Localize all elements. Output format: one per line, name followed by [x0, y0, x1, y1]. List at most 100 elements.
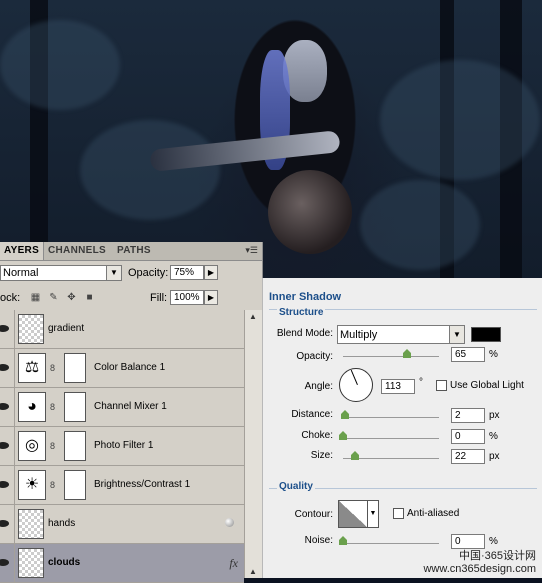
anti-aliased-checkbox[interactable] — [393, 508, 404, 519]
watermark: 中国·365设计网 www.cn365design.com — [423, 550, 536, 576]
lock-row: ock: ▦ ✎ ✥ ■ Fill: 100% ▶ — [0, 285, 262, 312]
distance-label: Distance: — [291, 409, 333, 420]
layers-scrollbar[interactable]: ▲ ▲ — [244, 310, 263, 578]
brightness-contrast-icon: ☀ — [18, 470, 46, 500]
layer-thumbnail — [18, 548, 44, 578]
choke-unit: % — [489, 431, 498, 442]
photo-filter-icon: ◎ — [18, 431, 46, 461]
distance-slider-track[interactable] — [343, 417, 439, 418]
visibility-eye-icon[interactable] — [0, 349, 15, 387]
visibility-eye-icon[interactable] — [0, 505, 15, 543]
tab-layers[interactable]: AYERS — [0, 242, 45, 260]
distance-slider-knob[interactable] — [341, 410, 349, 419]
size-unit: px — [489, 451, 500, 462]
layer-name: Brightness/Contrast 1 — [94, 479, 191, 490]
foliage — [80, 120, 220, 220]
noise-unit: % — [489, 536, 498, 547]
opacity-slider-knob[interactable] — [403, 349, 411, 358]
opacity-label: Opacity: — [128, 267, 169, 279]
tab-channels[interactable]: CHANNELS — [48, 245, 106, 256]
chevron-down-icon: ▼ — [449, 326, 464, 343]
choke-label: Choke: — [301, 430, 333, 441]
layer-effects-fx-icon[interactable]: fx — [229, 556, 238, 571]
use-global-light-checkbox[interactable] — [436, 380, 447, 391]
lock-pixels-icon[interactable]: ✎ — [48, 292, 59, 303]
noise-slider-knob[interactable] — [339, 536, 347, 545]
layer-name: Channel Mixer 1 — [94, 401, 167, 412]
lock-label: ock: — [0, 292, 21, 304]
visibility-eye-icon[interactable] — [0, 388, 15, 426]
watermark-line-2: www.cn365design.com — [423, 563, 536, 575]
foliage — [380, 60, 540, 180]
color-balance-icon: ⚖ — [18, 353, 46, 383]
choke-input[interactable]: 0 — [451, 429, 485, 444]
size-input[interactable]: 22 — [451, 449, 485, 464]
section-title: Inner Shadow — [269, 291, 342, 303]
chevron-down-icon: ▼ — [106, 266, 121, 280]
orb — [268, 170, 352, 254]
layer-row-clouds[interactable]: clouds fx — [0, 544, 244, 583]
link-chain-icon: 8 — [50, 363, 56, 373]
blending-options-icon — [225, 518, 234, 527]
layer-mask-thumbnail — [64, 470, 86, 500]
size-label: Size: — [310, 450, 333, 461]
layer-row-photo-filter[interactable]: ◎ 8 Photo Filter 1 — [0, 427, 244, 466]
lock-all-icon[interactable]: ■ — [84, 292, 95, 303]
choke-slider-track[interactable] — [343, 438, 439, 439]
visibility-eye-icon[interactable] — [0, 466, 15, 504]
angle-label: Angle: — [304, 381, 333, 392]
noise-slider-track[interactable] — [343, 543, 439, 544]
layer-mask-thumbnail — [64, 431, 86, 461]
chevron-down-icon[interactable]: ▼ — [368, 500, 379, 528]
watermark-line-1: 中国·365设计网 — [458, 550, 536, 562]
contour-preview[interactable] — [338, 500, 368, 528]
layer-name: Color Balance 1 — [94, 362, 166, 373]
size-slider-knob[interactable] — [351, 451, 359, 460]
link-chain-icon: 8 — [50, 441, 56, 451]
layer-thumbnail — [18, 509, 44, 539]
opacity-input[interactable]: 65 — [451, 347, 485, 362]
layer-mask-thumbnail — [64, 392, 86, 422]
layer-row-gradient[interactable]: gradient — [0, 310, 244, 349]
blend-mode-dropdown[interactable]: Multiply ▼ — [337, 325, 465, 344]
opacity-unit: % — [489, 349, 498, 360]
contour-label: Contour: — [294, 509, 333, 520]
foliage — [0, 20, 120, 110]
tab-paths[interactable]: PATHS — [117, 245, 151, 256]
lock-transparency-icon[interactable]: ▦ — [30, 292, 41, 303]
link-chain-icon: 8 — [50, 402, 56, 412]
inner-shadow-panel: Inner Shadow Structure Blend Mode: Multi… — [262, 278, 542, 578]
layer-mask-thumbnail — [64, 353, 86, 383]
blend-mode-select[interactable]: Normal ▼ — [0, 265, 122, 281]
visibility-eye-icon[interactable] — [0, 544, 15, 582]
blend-row: Normal ▼ Opacity: 75% ▶ — [0, 261, 262, 285]
fill-arrow-icon[interactable]: ▶ — [204, 290, 218, 305]
layer-name: gradient — [48, 323, 85, 334]
visibility-eye-icon[interactable] — [0, 427, 15, 465]
layer-name: hands — [48, 518, 76, 529]
layer-row-brightness-contrast[interactable]: ☀ 8 Brightness/Contrast 1 — [0, 466, 244, 505]
quality-heading: Quality — [277, 481, 315, 492]
distance-input[interactable]: 2 — [451, 408, 485, 423]
angle-dial[interactable] — [339, 368, 373, 402]
layer-row-hands[interactable]: hands — [0, 505, 244, 544]
scroll-up-icon[interactable]: ▲ — [249, 312, 257, 321]
layer-row-channel-mixer[interactable]: ◕ 8 Channel Mixer 1 — [0, 388, 244, 427]
opacity-arrow-icon[interactable]: ▶ — [204, 265, 218, 280]
angle-input[interactable]: 113 — [381, 379, 415, 394]
opacity-label: Opacity: — [296, 351, 333, 362]
choke-slider-knob[interactable] — [339, 431, 347, 440]
fill-input[interactable]: 100% — [170, 290, 204, 305]
noise-input[interactable]: 0 — [451, 534, 485, 549]
lock-position-icon[interactable]: ✥ — [66, 292, 77, 303]
layer-row-color-balance[interactable]: ⚖ 8 Color Balance 1 — [0, 349, 244, 388]
fill-label: Fill: — [150, 292, 168, 304]
opacity-slider-track[interactable] — [343, 356, 439, 357]
visibility-eye-icon[interactable] — [0, 310, 15, 348]
use-global-light-label: Use Global Light — [450, 380, 524, 391]
scroll-down-icon[interactable]: ▲ — [249, 567, 257, 576]
shadow-color-swatch[interactable] — [471, 327, 501, 342]
panel-menu-icon[interactable]: ▾☰ — [245, 245, 258, 256]
blend-mode-value: Multiply — [340, 329, 378, 341]
opacity-input[interactable]: 75% — [170, 265, 204, 280]
